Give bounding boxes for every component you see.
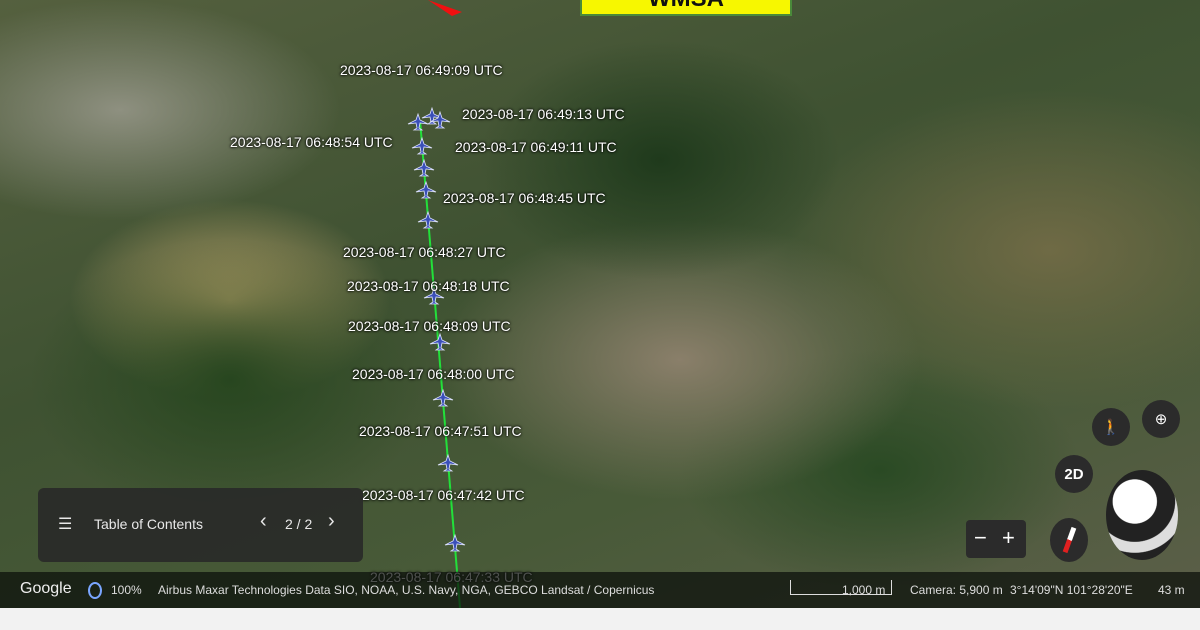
- zoom-control: − +: [966, 520, 1026, 558]
- google-logo: Google: [20, 580, 72, 597]
- page-indicator: 2 / 2: [285, 516, 313, 532]
- cursor-coordinates: 3°14'09"N 101°28'20"E: [1010, 583, 1133, 597]
- toc-label[interactable]: Table of Contents: [94, 516, 203, 532]
- scale-label: 1,000 m: [842, 583, 886, 597]
- zoom-out-button[interactable]: −: [974, 525, 987, 551]
- timestamp-label: 2023-08-17 06:47:51 UTC: [359, 423, 522, 439]
- red-arrow: [428, 0, 462, 16]
- timestamp-label: 2023-08-17 06:48:45 UTC: [443, 190, 606, 206]
- street-view-pegman-icon[interactable]: 🚶: [1092, 408, 1130, 446]
- aircraft-icon[interactable]: [415, 180, 437, 199]
- imagery-credits: Airbus Maxar Technologies Data SIO, NOAA…: [158, 583, 655, 597]
- aircraft-icon[interactable]: [429, 332, 451, 351]
- elevation: 43 m: [1158, 583, 1185, 597]
- loading-ring-icon: [88, 582, 102, 599]
- list-icon[interactable]: ☰: [58, 514, 72, 534]
- timestamp-label: 2023-08-17 06:49:09 UTC: [340, 62, 503, 78]
- timestamp-label: 2023-08-17 06:49:11 UTC: [455, 139, 617, 155]
- aircraft-icon[interactable]: [432, 388, 454, 407]
- my-location-icon[interactable]: ⊕: [1142, 400, 1180, 438]
- timestamp-label: 2023-08-17 06:48:09 UTC: [348, 318, 511, 334]
- aircraft-icon[interactable]: [444, 533, 466, 552]
- zoom-in-button[interactable]: +: [1002, 525, 1015, 551]
- timestamp-label: 2023-08-17 06:48:27 UTC: [343, 244, 506, 260]
- timestamp-label: 2023-08-17 06:48:18 UTC: [347, 278, 510, 294]
- next-page-button[interactable]: ›: [328, 510, 335, 533]
- airport-label: WMSA: [580, 0, 792, 16]
- timestamp-label: 2023-08-17 06:49:13 UTC: [462, 106, 625, 122]
- aircraft-icon[interactable]: [411, 136, 433, 155]
- camera-altitude: Camera: 5,900 m: [910, 583, 1003, 597]
- timestamp-label: 2023-08-17 06:47:42 UTC: [362, 487, 525, 503]
- aircraft-icon[interactable]: [413, 158, 435, 177]
- aircraft-icon[interactable]: [437, 453, 459, 472]
- timestamp-label: 2023-08-17 06:48:54 UTC: [230, 134, 393, 150]
- aircraft-icon[interactable]: [417, 210, 439, 229]
- globe-icon[interactable]: [1106, 470, 1178, 560]
- load-percent: 100%: [111, 583, 142, 597]
- 2d-toggle-button[interactable]: 2D: [1055, 455, 1093, 493]
- timestamp-label: 2023-08-17 06:48:00 UTC: [352, 366, 515, 382]
- table-of-contents-panel: ☰ Table of Contents ‹ 2 / 2 ›: [38, 488, 363, 562]
- satellite-map[interactable]: WMSA 2023-08-17 06:49:09 UTC 2023-08-17 0…: [0, 0, 1200, 608]
- compass-icon[interactable]: [1050, 518, 1088, 562]
- status-bar: Google 100% Airbus Maxar Technologies Da…: [0, 572, 1200, 608]
- prev-page-button[interactable]: ‹: [260, 510, 267, 533]
